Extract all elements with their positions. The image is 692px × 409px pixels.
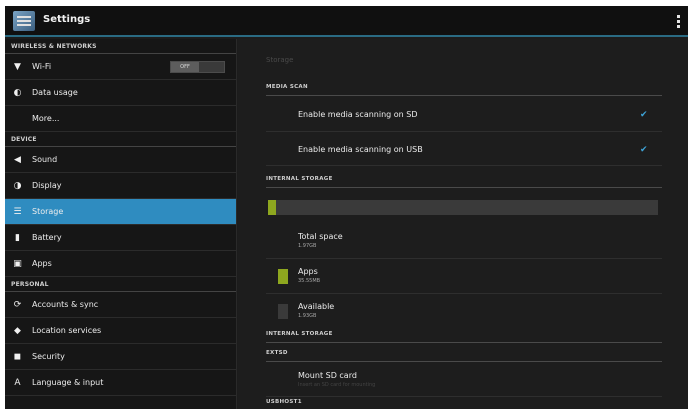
sidebar-item-data-usage[interactable]: ◐ Data usage — [5, 80, 236, 106]
media-scan-sd-label: Enable media scanning on SD — [298, 110, 418, 119]
available-value: 1.93GB — [298, 313, 317, 319]
location-icon: ◆ — [14, 326, 21, 336]
storage-detail-pane: Storage MEDIA SCAN Enable media scanning… — [238, 39, 688, 409]
page-title: Storage — [266, 56, 294, 64]
sidebar-item-label: Battery — [32, 233, 62, 242]
data-usage-icon: ◐ — [13, 88, 22, 98]
section-header: DEVICE — [5, 132, 236, 147]
sidebar-item-display[interactable]: ◑ Display — [5, 173, 236, 199]
settings-app-icon[interactable] — [13, 11, 35, 31]
overflow-menu-icon[interactable] — [677, 15, 680, 28]
apps-label: Apps — [298, 267, 318, 276]
total-space-label: Total space — [298, 232, 343, 241]
sidebar-item-location[interactable]: ◆ Location services — [5, 318, 236, 344]
sidebar-item-label: Security — [32, 352, 65, 361]
section-header: PERSONAL — [5, 277, 236, 292]
media-scan-usb-row[interactable]: Enable media scanning on USB ✔ — [266, 132, 662, 166]
screen: Settings WIRELESS & NETWORKS ▼ Wi-Fi OFF… — [5, 6, 688, 409]
sidebar-item-label: Display — [32, 181, 62, 190]
internal-storage-header-2: INTERNAL STORAGE — [266, 331, 662, 343]
sidebar-item-accounts-sync[interactable]: ⟳ Accounts & sync — [5, 292, 236, 318]
mount-sd-row: Mount SD card Insert an SD card for moun… — [266, 363, 662, 397]
battery-icon: ▮ — [15, 233, 20, 243]
storage-usage-bar — [268, 200, 658, 215]
sidebar-item-battery[interactable]: ▮ Battery — [5, 225, 236, 251]
sidebar-item-more[interactable]: More... — [5, 106, 236, 132]
total-space-value: 1.97GB — [298, 243, 317, 249]
storage-icon: ☰ — [13, 207, 22, 217]
media-scan-sd-row[interactable]: Enable media scanning on SD ✔ — [266, 97, 662, 132]
internal-storage-header: INTERNAL STORAGE — [266, 176, 662, 188]
sidebar-item-label: Sound — [32, 155, 58, 164]
total-space-row: Total space 1.97GB — [266, 224, 662, 259]
sidebar-item-storage[interactable]: ☰ Storage — [5, 199, 236, 225]
media-scan-header: MEDIA SCAN — [266, 84, 662, 96]
sidebar-item-language[interactable]: A Language & input — [5, 370, 236, 396]
action-bar: Settings — [5, 6, 688, 37]
sidebar-item-label: Location services — [32, 326, 102, 335]
wifi-icon: ▼ — [14, 62, 21, 72]
sidebar-item-label: More... — [32, 114, 60, 123]
storage-usage-fill — [268, 200, 276, 215]
sidebar-item-label: Apps — [32, 259, 52, 268]
language-icon: A — [14, 378, 21, 388]
speaker-icon: ◀ — [14, 155, 21, 165]
extsd-header: EXTSD — [266, 350, 662, 362]
mount-sd-subtitle: Insert an SD card for mounting — [298, 382, 376, 388]
app-title: Settings — [43, 14, 91, 25]
lock-icon: ◼ — [13, 352, 22, 362]
toggle-label: OFF — [171, 62, 199, 72]
available-label: Available — [298, 302, 335, 311]
sidebar-item-sound[interactable]: ◀ Sound — [5, 147, 236, 173]
sidebar-item-label: Data usage — [32, 88, 78, 97]
sidebar-item-label: Storage — [32, 207, 64, 216]
checkbox-checked-icon[interactable]: ✔ — [640, 111, 650, 120]
sidebar-item-label: Accounts & sync — [32, 300, 99, 309]
wifi-toggle[interactable]: OFF — [170, 61, 225, 73]
sidebar-item-wifi[interactable]: ▼ Wi-Fi OFF — [5, 54, 236, 80]
usbhost-header: USBHOST1 — [266, 399, 302, 405]
section-header: WIRELESS & NETWORKS — [5, 39, 236, 54]
available-color-swatch — [278, 304, 288, 319]
media-scan-usb-label: Enable media scanning on USB — [298, 145, 423, 154]
display-icon: ◑ — [13, 181, 22, 191]
sidebar-item-apps[interactable]: ▣ Apps — [5, 251, 236, 277]
sidebar-item-security[interactable]: ◼ Security — [5, 344, 236, 370]
apps-color-swatch — [278, 269, 288, 284]
apps-icon: ▣ — [13, 259, 22, 269]
sidebar-item-label: Language & input — [32, 378, 104, 387]
apps-value: 35.55MB — [298, 278, 321, 284]
sync-icon: ⟳ — [13, 300, 22, 310]
settings-sidebar: WIRELESS & NETWORKS ▼ Wi-Fi OFF ◐ Data u… — [5, 39, 237, 409]
checkbox-checked-icon[interactable]: ✔ — [640, 146, 650, 155]
available-storage-row: Available 1.93GB — [266, 294, 662, 329]
sidebar-item-label: Wi-Fi — [32, 62, 52, 71]
apps-storage-row[interactable]: Apps 35.55MB — [266, 259, 662, 294]
mount-sd-label: Mount SD card — [298, 371, 357, 380]
